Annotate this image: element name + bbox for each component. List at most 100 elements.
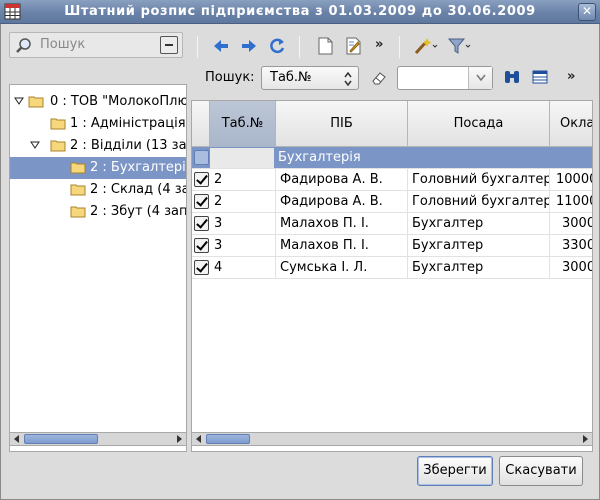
tree-node-administration[interactable]: 1 : Адміністрація (2 записи) — [10, 113, 186, 135]
folder-open-icon — [50, 140, 66, 152]
row-checkbox[interactable] — [194, 172, 209, 187]
cell-salary: 11000 — [550, 191, 592, 213]
columns-icon[interactable] — [531, 68, 549, 86]
cell-salary: 3000 — [550, 213, 592, 235]
toolbar-separator — [197, 36, 198, 58]
tree-horizontal-scrollbar[interactable] — [9, 432, 187, 446]
tree-node-root[interactable]: 0 : ТОВ "МолокоПлюс" — [10, 91, 186, 113]
scroll-right-icon[interactable] — [580, 434, 590, 444]
main-toolbar: » — [195, 34, 595, 60]
cell-tab-number: 4 — [210, 257, 276, 279]
binoculars-icon[interactable] — [503, 68, 521, 86]
cell-tab-number: 2 — [210, 169, 276, 191]
folder-icon — [70, 206, 86, 218]
group-row[interactable]: Бухгалтерія — [192, 147, 592, 169]
department-tree[interactable]: 0 : ТОВ "МолокоПлюс" 1 : Адміністрація (… — [9, 84, 187, 452]
folder-icon — [50, 118, 66, 130]
staff-table[interactable]: Таб.№ ПІБ Посада Оклад Бухгалтерія 2 Фад… — [191, 100, 593, 452]
save-button[interactable]: Зберегти — [417, 456, 493, 486]
table-header: Таб.№ ПІБ Посада Оклад — [192, 101, 592, 147]
tree-node-label: 2 : Склад (4 записи) — [90, 182, 186, 197]
dialog-window: Пошук 0 : ТОВ "МолокоПлюс" 1 : Адміністр… — [0, 24, 600, 500]
tree-node-label: 1 : Адміністрація (2 записи) — [70, 116, 186, 131]
cell-name: Сумська І. Л. — [276, 257, 408, 279]
search-field-value: Таб.№ — [270, 70, 312, 85]
search-value-combo[interactable] — [397, 66, 493, 90]
search-icon — [16, 38, 31, 53]
toolbar-separator — [299, 36, 300, 58]
row-checkbox[interactable] — [194, 216, 209, 231]
table-row[interactable]: 3 Малахов П. І. Бухгалтер 3000 — [192, 213, 592, 235]
wand-icon[interactable] — [413, 36, 439, 56]
cell-tab-number: 3 — [210, 235, 276, 257]
cell-name: Малахов П. І. — [276, 213, 408, 235]
table-row[interactable]: 3 Малахов П. І. Бухгалтер 3300 — [192, 235, 592, 257]
row-checkbox[interactable] — [194, 238, 209, 253]
group-tab-cell — [210, 148, 274, 168]
chevron-down-icon — [476, 74, 486, 82]
new-document-icon[interactable] — [315, 36, 335, 56]
header-salary[interactable]: Оклад — [550, 101, 592, 147]
cancel-button[interactable]: Скасувати — [499, 456, 583, 486]
cell-position: Бухгалтер — [408, 213, 550, 235]
expanded-arrow-icon[interactable] — [14, 96, 24, 106]
tree-search-box[interactable]: Пошук — [9, 32, 183, 58]
tree-node-accounting[interactable]: 2 : Бухгалтерія (5 записів) — [10, 157, 186, 179]
search-more-button[interactable]: » — [567, 69, 575, 84]
table-row[interactable]: 2 Фадирова А. В. Головний бухгалтер 1100… — [192, 191, 592, 213]
cell-tab-number: 2 — [210, 191, 276, 213]
header-tab-number[interactable]: Таб.№ — [210, 101, 276, 147]
window-title: Штатний розпис підприємства з 01.03.2009… — [64, 4, 536, 19]
cell-name: Фадирова А. В. — [276, 191, 408, 213]
tree-node-label: 2 : Збут (4 записи) — [90, 204, 187, 219]
folder-icon — [70, 162, 86, 174]
cell-position: Головний бухгалтер — [408, 169, 550, 191]
group-label: Бухгалтерія — [278, 150, 361, 165]
cell-salary: 3300 — [550, 235, 592, 257]
eraser-icon[interactable] — [371, 70, 387, 86]
cell-position: Бухгалтер — [408, 257, 550, 279]
tree-node-sales[interactable]: 2 : Збут (4 записи) — [10, 201, 186, 223]
edit-document-icon[interactable] — [343, 36, 363, 56]
search-toolbar: Пошук: Таб.№ » — [195, 64, 595, 92]
tree-search-input[interactable]: Пошук — [40, 37, 85, 52]
cell-tab-number: 3 — [210, 213, 276, 235]
collapse-tree-button[interactable] — [160, 36, 178, 54]
search-label: Пошук: — [205, 70, 255, 85]
tree-scroll-thumb[interactable] — [24, 434, 98, 444]
folder-icon — [70, 184, 86, 196]
cell-name: Фадирова А. В. — [276, 169, 408, 191]
scroll-right-icon[interactable] — [174, 434, 184, 444]
close-button[interactable]: ✕ — [578, 3, 596, 21]
refresh-icon[interactable] — [267, 36, 287, 56]
tree-node-warehouse[interactable]: 2 : Склад (4 записи) — [10, 179, 186, 201]
updown-icon — [344, 71, 352, 87]
search-field-select[interactable]: Таб.№ — [261, 66, 359, 90]
cell-name: Малахов П. І. — [276, 235, 408, 257]
tree-node-label: 0 : ТОВ "МолокоПлюс" — [50, 94, 187, 109]
toolbar-separator — [399, 36, 400, 58]
scroll-left-icon[interactable] — [194, 434, 204, 444]
title-bar: Штатний розпис підприємства з 01.03.2009… — [0, 0, 600, 24]
arrow-right-icon[interactable] — [239, 36, 259, 56]
table-scroll-thumb[interactable] — [206, 434, 250, 444]
header-name[interactable]: ПІБ — [276, 101, 408, 147]
arrow-left-icon[interactable] — [211, 36, 231, 56]
tree-node-departments[interactable]: 2 : Відділи (13 записів) — [10, 135, 186, 157]
toolbar-more-button[interactable]: » — [375, 37, 383, 52]
row-checkbox[interactable] — [194, 260, 209, 275]
scroll-left-icon[interactable] — [12, 434, 22, 444]
cell-position: Бухгалтер — [408, 235, 550, 257]
tree-node-label: 2 : Бухгалтерія (5 записів) — [90, 160, 187, 175]
cell-position: Головний бухгалтер — [408, 191, 550, 213]
header-position[interactable]: Посада — [408, 101, 550, 147]
table-horizontal-scrollbar[interactable] — [191, 432, 593, 446]
row-checkbox[interactable] — [194, 194, 209, 209]
table-row[interactable]: 4 Сумська І. Л. Бухгалтер 3000 — [192, 257, 592, 279]
filter-icon[interactable] — [447, 36, 473, 56]
group-checkbox[interactable] — [194, 150, 209, 165]
expanded-arrow-icon[interactable] — [30, 140, 40, 150]
table-row[interactable]: 2 Фадирова А. В. Головний бухгалтер 1000… — [192, 169, 592, 191]
search-dropdown-button[interactable] — [468, 67, 492, 89]
cell-salary: 3000 — [550, 257, 592, 279]
